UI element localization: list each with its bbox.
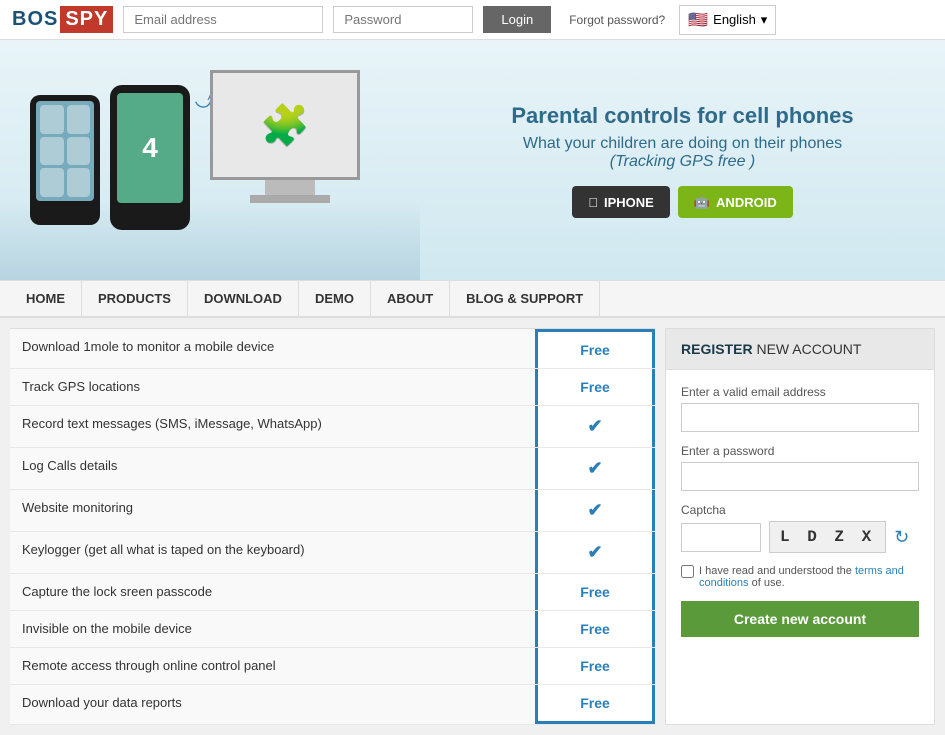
feature-row: Record text messages (SMS, iMessage, Wha…: [10, 406, 655, 448]
feature-name: Keylogger (get all what is taped on the …: [10, 532, 535, 573]
register-header: REGISTER NEW ACCOUNT: [666, 329, 934, 370]
forgot-password-link[interactable]: Forgot password?: [569, 13, 665, 27]
register-form: Enter a valid email address Enter a pass…: [666, 370, 934, 652]
login-button[interactable]: Login: [483, 6, 551, 33]
captcha-row: L D Z X ↻: [681, 521, 919, 553]
terms-row: I have read and understood the terms and…: [681, 565, 919, 589]
feature-name: Invisible on the mobile device: [10, 611, 535, 647]
navigation: HOMEPRODUCTSDOWNLOADDEMOABOUTBLOG & SUPP…: [0, 280, 945, 318]
chevron-down-icon: ▾: [761, 12, 768, 28]
hero-section: 4 ⤻ 🧩 Parental controls for cell phones …: [0, 40, 945, 280]
puzzle-icon: 🧩: [260, 102, 310, 149]
feature-row: Website monitoring✔: [10, 490, 655, 532]
feature-row: Track GPS locationsFree: [10, 369, 655, 406]
feature-row: Remote access through online control pan…: [10, 648, 655, 685]
register-title-rest: NEW ACCOUNT: [756, 341, 861, 357]
phone2-image: 4: [110, 85, 190, 230]
apple-icon: : [588, 195, 598, 210]
terms-text: I have read and understood the terms and…: [699, 565, 919, 589]
phone1-image: [30, 95, 100, 225]
iphone-label: IPHONE: [604, 195, 654, 210]
features-section: Download 1mole to monitor a mobile devic…: [10, 328, 655, 725]
hero-subtitle: What your children are doing on their ph…: [450, 135, 915, 153]
feature-name: Remote access through online control pan…: [10, 648, 535, 684]
register-password-input[interactable]: [681, 462, 919, 491]
feature-name: Capture the lock sreen passcode: [10, 574, 535, 610]
register-email-input[interactable]: [681, 403, 919, 432]
feature-value: Free: [535, 611, 655, 647]
feature-value: ✔: [535, 532, 655, 573]
logo: BOSSPY: [12, 6, 113, 33]
monitor-image: 🧩: [210, 70, 370, 200]
logo-spy: SPY: [60, 6, 113, 33]
feature-name: Download your data reports: [10, 685, 535, 724]
feature-value: ✔: [535, 490, 655, 531]
android-label: ANDROID: [716, 195, 777, 210]
hero-tracking: (Tracking GPS free ): [450, 153, 915, 171]
feature-row: Capture the lock sreen passcodeFree: [10, 574, 655, 611]
iphone-button[interactable]:  IPHONE: [572, 186, 670, 218]
captcha-input[interactable]: [681, 523, 761, 552]
register-title-bold: REGISTER: [681, 341, 753, 357]
feature-name: Download 1mole to monitor a mobile devic…: [10, 329, 535, 368]
terms-checkbox[interactable]: [681, 565, 694, 578]
email-input[interactable]: [123, 6, 323, 33]
android-icon: 🤖: [694, 194, 710, 210]
feature-value: Free: [535, 574, 655, 610]
feature-name: Log Calls details: [10, 448, 535, 489]
android-button[interactable]: 🤖 ANDROID: [678, 186, 793, 218]
feature-value: Free: [535, 329, 655, 368]
password-input[interactable]: [333, 6, 473, 33]
register-panel: REGISTER NEW ACCOUNT Enter a valid email…: [665, 328, 935, 725]
hero-buttons:  IPHONE 🤖 ANDROID: [450, 186, 915, 218]
captcha-label: Captcha: [681, 503, 919, 517]
language-label: English: [713, 12, 756, 27]
main-content: Download 1mole to monitor a mobile devic…: [0, 318, 945, 735]
nav-item-blog-&-support[interactable]: BLOG & SUPPORT: [450, 281, 600, 316]
nav-item-demo[interactable]: DEMO: [299, 281, 371, 316]
flag-icon: 🇺🇸: [688, 10, 708, 30]
captcha-image: L D Z X: [769, 521, 886, 553]
language-selector[interactable]: 🇺🇸 English ▾: [679, 5, 776, 35]
feature-row: Keylogger (get all what is taped on the …: [10, 532, 655, 574]
feature-value: ✔: [535, 406, 655, 447]
hero-images: 4 ⤻ 🧩: [0, 40, 420, 280]
feature-row: Download your data reportsFree: [10, 685, 655, 725]
nav-item-products[interactable]: PRODUCTS: [82, 281, 188, 316]
hero-title: Parental controls for cell phones: [450, 102, 915, 131]
password-label: Enter a password: [681, 444, 919, 458]
feature-name: Record text messages (SMS, iMessage, Wha…: [10, 406, 535, 447]
logo-bos: BOS: [12, 8, 58, 31]
feature-row: Download 1mole to monitor a mobile devic…: [10, 328, 655, 369]
email-label: Enter a valid email address: [681, 385, 919, 399]
nav-item-about[interactable]: ABOUT: [371, 281, 450, 316]
feature-row: Log Calls details✔: [10, 448, 655, 490]
feature-row: Invisible on the mobile deviceFree: [10, 611, 655, 648]
header: BOSSPY Login Forgot password? 🇺🇸 English…: [0, 0, 945, 40]
hero-text: Parental controls for cell phones What y…: [420, 82, 945, 239]
nav-item-download[interactable]: DOWNLOAD: [188, 281, 299, 316]
phone-number: 4: [142, 132, 158, 164]
feature-name: Website monitoring: [10, 490, 535, 531]
feature-value: Free: [535, 685, 655, 724]
captcha-refresh-button[interactable]: ↻: [894, 527, 909, 548]
create-account-button[interactable]: Create new account: [681, 601, 919, 637]
feature-value: Free: [535, 369, 655, 405]
feature-value: Free: [535, 648, 655, 684]
nav-item-home[interactable]: HOME: [10, 281, 82, 316]
feature-value: ✔: [535, 448, 655, 489]
feature-name: Track GPS locations: [10, 369, 535, 405]
